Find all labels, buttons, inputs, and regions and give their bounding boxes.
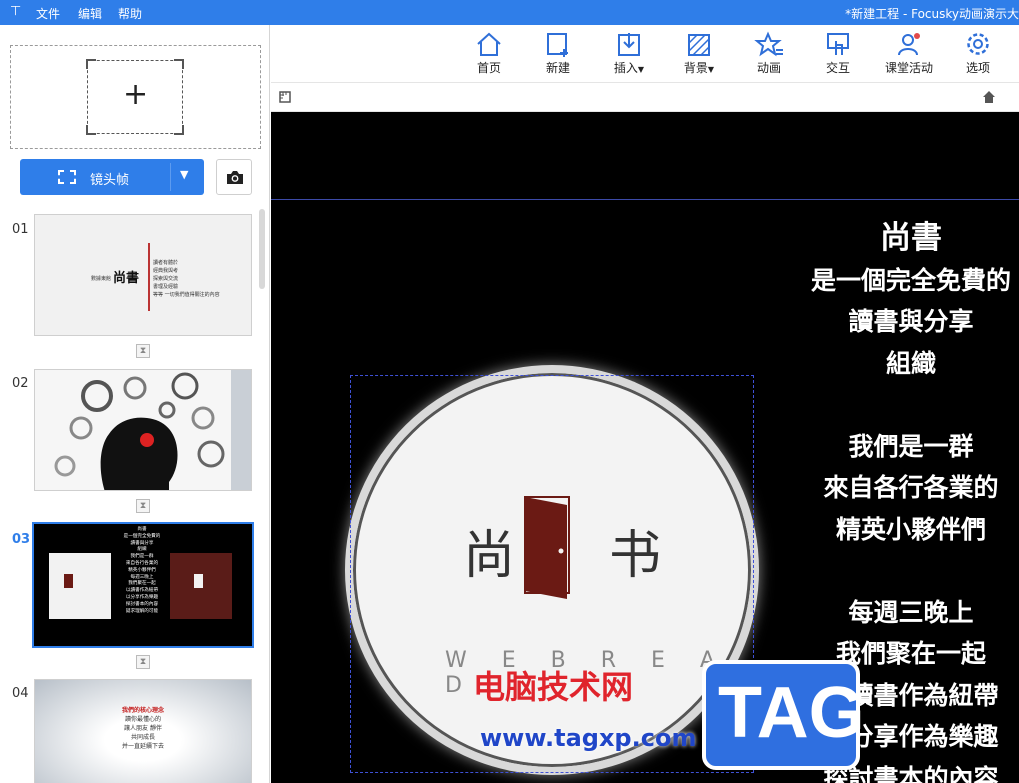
chevron-down-icon: ▼ [707, 65, 715, 74]
transition-icon[interactable]: ⧗ [136, 655, 150, 669]
options-button[interactable]: 选项 [948, 31, 1008, 81]
home-icon [477, 32, 501, 56]
transition-icon[interactable]: ⧗ [136, 499, 150, 513]
panel-scrollbar[interactable] [259, 209, 265, 289]
classroom-icon [898, 33, 920, 56]
thumb-lines: 讀者有體於 經典我與考 探索與交流 書理及經驗 等等 一切我們值得關注的內容 [153, 260, 220, 298]
transition-icon[interactable]: ⧗ [136, 344, 150, 358]
slide-number: 03 [12, 532, 31, 547]
screenshot-button[interactable] [216, 159, 252, 195]
menu-edit[interactable]: 编辑 [78, 5, 102, 22]
pin-icon[interactable]: ⊤ [10, 4, 21, 19]
slide-number: 04 [12, 686, 29, 701]
slide-number: 02 [12, 376, 29, 391]
thumb-lines: 尚書 是一個完全免費的 讀書與分享 組織 我們是一群 來自各行各業的 精英小夥伴… [123, 527, 161, 614]
chevron-down-icon: ▼ [637, 65, 645, 74]
slide-thumbnail-02[interactable] [34, 369, 252, 491]
gear-head-image [35, 370, 251, 490]
slide-thumbnail-01[interactable]: 數據東館 尚書 讀者有體於 經典我與考 探索與交流 書理及經驗 等等 一切我們值… [34, 214, 252, 336]
slide-thumbnail-03[interactable]: 尚書 是一個完全免費的 讀書與分享 組織 我們是一群 來自各行各業的 精英小夥伴… [32, 522, 254, 648]
frame-border-line [271, 199, 1019, 200]
interaction-icon [827, 33, 849, 55]
interaction-button[interactable]: 交互 [808, 31, 868, 81]
thumb-divider [148, 243, 150, 311]
slide-number: 01 [12, 222, 29, 237]
new-slide-icon [547, 33, 568, 57]
thumb-title: 尚書 [113, 271, 140, 286]
ruler-icon[interactable] [279, 91, 291, 103]
classroom-button[interactable]: 课堂活动 [879, 31, 939, 81]
tag-logo: TAG [702, 660, 865, 770]
insert-button[interactable]: 插入▼ [599, 31, 659, 81]
main-toolbar: 首页 新建 插入▼ 背景▼ 动画 交互 课堂活动 选项 [271, 25, 1019, 83]
add-frame-button[interactable]: + [86, 59, 184, 135]
slide-thumbnail-04[interactable]: 我們的核心理念 讀你最懂心的 讓人朋友 靜伴 共同成長 并一直延續下去 [34, 679, 252, 783]
window-title: *新建工程 - Focusky动画演示大 [845, 7, 1019, 21]
camera-icon [227, 171, 243, 184]
animation-icon [754, 31, 783, 57]
thumb-lines: 我們的核心理念 讀你最懂心的 讓人朋友 靜伴 共同成長 并一直延續下去 [121, 707, 164, 750]
thumb-logo-left [49, 553, 111, 619]
thumb-text: 數據東館 [91, 276, 112, 282]
canvas-subbar [271, 83, 1019, 112]
insert-icon [618, 33, 640, 56]
menu-file[interactable]: 文件 [36, 5, 60, 22]
new-button[interactable]: 新建 [528, 31, 588, 81]
editing-canvas[interactable]: 尚書 是一個完全免費的 讀書與分享 組織 我們是一群 來自各行各業的 精英小夥伴… [271, 112, 1019, 783]
animation-button[interactable]: 动画 [739, 31, 799, 81]
slide-title: 尚書 [880, 220, 942, 256]
watermark-site-name: 电脑技术网 [473, 668, 634, 706]
background-button[interactable]: 背景▼ [669, 31, 729, 81]
chevron-down-icon[interactable]: ▼ [180, 168, 188, 181]
add-frame-zone[interactable]: + [10, 45, 261, 149]
frame-icon [58, 170, 76, 184]
watermark-url: www.tagxp.com [480, 724, 697, 752]
selection-box[interactable] [350, 375, 754, 773]
title-bar: ⊤ 文件 编辑 帮助 *新建工程 - Focusky动画演示大 [0, 0, 1019, 25]
lens-frame-button[interactable]: 镜头帧 ▼ [20, 159, 204, 195]
plus-icon: + [123, 77, 149, 112]
background-icon [688, 34, 710, 56]
slide-panel: + 镜头帧 ▼ 01 數據東館 尚書 讀者有體於 經典我與考 探索與交流 書理及… [0, 25, 270, 783]
settings-icon [967, 33, 989, 55]
home-icon[interactable] [982, 90, 996, 104]
lens-frame-label: 镜头帧 [90, 173, 130, 188]
menu-help[interactable]: 帮助 [118, 5, 142, 22]
home-button[interactable]: 首页 [459, 31, 519, 81]
